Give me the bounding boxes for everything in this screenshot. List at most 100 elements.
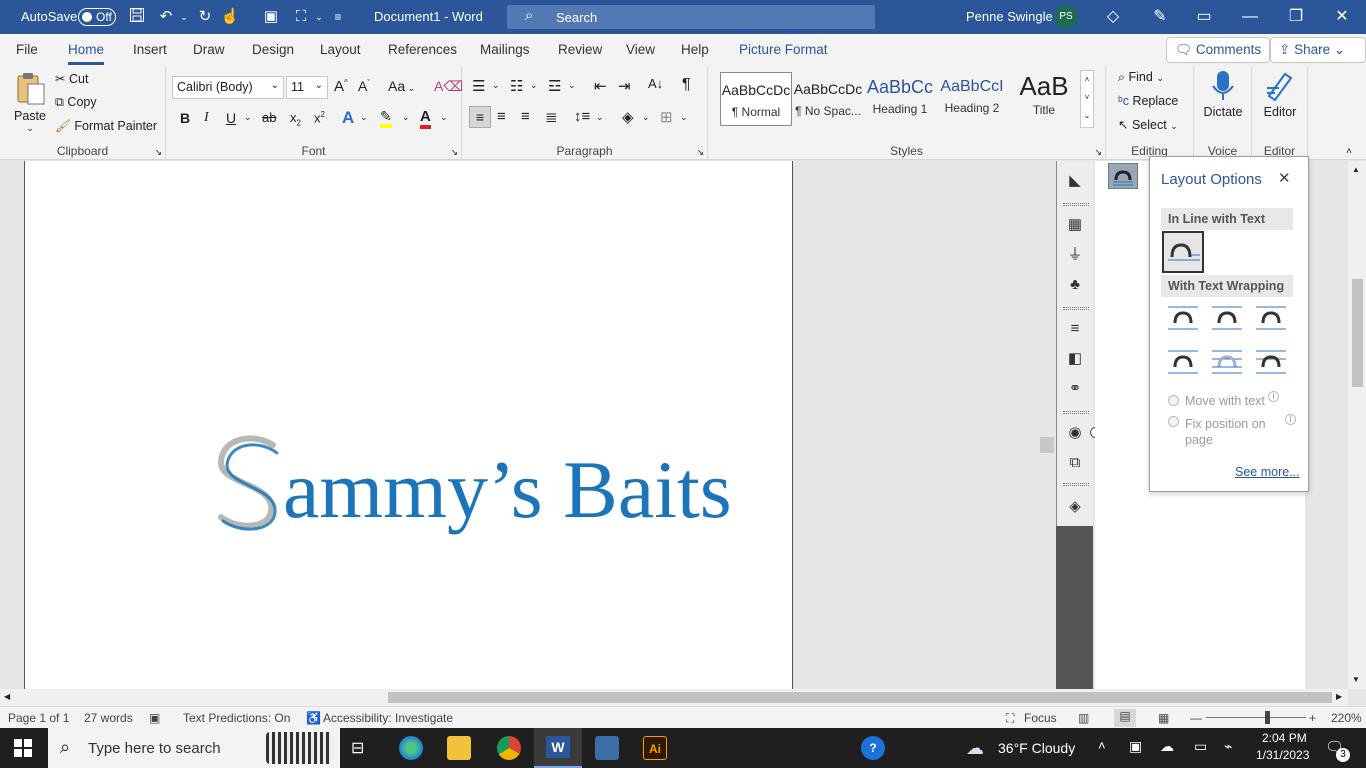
move-with-text-info-icon[interactable]: i [1268, 391, 1279, 402]
align-left-icon[interactable]: ≡ [469, 106, 491, 128]
change-case-button[interactable]: Aa ⌄ [388, 78, 415, 94]
ribbon-display-icon[interactable]: ▭ [1194, 7, 1214, 27]
tab-view[interactable]: View [626, 42, 655, 57]
font-name-box[interactable]: Calibri (Body) ⌄ [172, 76, 284, 99]
styles-launcher-icon[interactable]: ↘ [1094, 147, 1102, 158]
align-center-icon[interactable]: ≡ [497, 108, 506, 125]
replace-button[interactable]: ᵇc Replace [1118, 94, 1178, 108]
subscript-icon[interactable]: x2 [290, 110, 301, 128]
scroll-left-icon[interactable]: ◀ [4, 692, 10, 701]
undo-icon[interactable]: ↶ [156, 7, 176, 27]
style-heading-2[interactable]: AaBbCcI Heading 2 [936, 72, 1008, 126]
font-size-box[interactable]: 11 ⌄ [286, 76, 328, 99]
tab-insert[interactable]: Insert [133, 42, 167, 57]
wrap-behind-text-option[interactable] [1210, 347, 1244, 377]
crop-dropdown-icon[interactable]: ⌄ [309, 7, 329, 27]
underline-dropdown-icon[interactable]: ⌄ [244, 112, 252, 123]
style-heading-1[interactable]: AaBbCc Heading 1 [864, 72, 936, 126]
editor-button[interactable]: Editor [1258, 70, 1302, 119]
proofing-icon[interactable]: ▣ [149, 711, 160, 725]
minimize-icon[interactable]: — [1240, 7, 1260, 27]
dictate-button[interactable]: Dictate [1200, 70, 1246, 119]
wrap-top-bottom-option[interactable] [1166, 347, 1200, 377]
scroll-down-icon[interactable]: ▼ [1352, 675, 1360, 684]
zoom-out-icon[interactable]: — [1190, 711, 1202, 725]
shading-icon[interactable]: ◈ [622, 108, 634, 126]
bullets-dropdown-icon[interactable]: ⌄ [492, 80, 500, 91]
strikethrough-icon[interactable]: ab [262, 110, 276, 125]
redo-icon[interactable]: ↻ [195, 7, 215, 27]
paragraph-launcher-icon[interactable]: ↘ [696, 147, 704, 158]
borders-icon[interactable]: ⊞ [660, 108, 673, 126]
bold-icon[interactable]: B [180, 110, 190, 126]
crop-icon[interactable]: ⛶ [291, 7, 311, 27]
borders-dropdown-icon[interactable]: ⌄ [680, 112, 688, 123]
undo-dropdown-icon[interactable]: ⌄ [174, 7, 194, 27]
highlight-icon[interactable]: ✎ [380, 108, 392, 128]
collapse-ribbon-icon[interactable]: ˄ [1346, 146, 1352, 157]
scroll-up-icon[interactable]: ▲ [1352, 165, 1360, 174]
weather-text[interactable]: 36°F Cloudy [998, 740, 1075, 756]
web-layout-icon[interactable]: ▦ [1158, 711, 1169, 725]
maximize-icon[interactable]: ❐ [1286, 7, 1306, 27]
horizontal-scrollbar[interactable]: ◀ ▶ [0, 689, 1348, 706]
fix-position-radio[interactable] [1168, 416, 1179, 427]
clipboard-launcher-icon[interactable]: ↘ [154, 147, 162, 158]
zoom-slider[interactable] [1206, 717, 1306, 718]
tab-mailings[interactable]: Mailings [480, 42, 530, 57]
shrink-font-icon[interactable]: Aˇ [358, 78, 370, 94]
focus-button[interactable]: Focus [1024, 711, 1057, 725]
clock-time[interactable]: 2:04 PM [1262, 731, 1307, 745]
battery-icon[interactable]: ▭ [1194, 738, 1207, 755]
accessibility-status[interactable]: Accessibility: Investigate [323, 711, 453, 725]
page-count[interactable]: Page 1 of 1 [8, 711, 69, 725]
edge-icon[interactable] [399, 736, 423, 760]
close-icon[interactable]: ✕ [1278, 169, 1291, 187]
font-color-icon[interactable]: A [420, 108, 431, 129]
zoom-level[interactable]: 220% [1331, 711, 1362, 725]
tab-review[interactable]: Review [558, 42, 602, 57]
illustrator-icon[interactable]: Ai [643, 736, 667, 760]
customize-qat-icon[interactable]: ≡ [328, 7, 348, 27]
bullets-icon[interactable]: ☰ [472, 77, 485, 95]
fix-position-info-icon[interactable]: i [1285, 414, 1296, 425]
pen-icon[interactable]: ✎ [1150, 7, 1170, 27]
insert-picture-icon[interactable]: ▣ [261, 7, 281, 27]
increase-indent-icon[interactable]: ⇥ [618, 77, 631, 95]
avatar[interactable]: PS [1054, 5, 1078, 29]
diamond-icon[interactable]: ◇ [1103, 7, 1123, 27]
task-view-icon[interactable]: ⊟ [351, 738, 364, 758]
document-page[interactable]: ammy’s Baits [24, 161, 793, 689]
wordart-title[interactable]: ammy’s Baits [215, 431, 745, 541]
clear-formatting-icon[interactable]: A⌫ [434, 78, 463, 95]
save-icon[interactable] [127, 7, 147, 27]
font-color-dropdown-icon[interactable]: ⌄ [440, 112, 448, 123]
onedrive-icon[interactable]: ☁ [1160, 738, 1174, 755]
styles-scroll[interactable]: ˄ ˅ ⌄ [1080, 70, 1094, 128]
close-icon[interactable]: ✕ [1332, 7, 1352, 27]
underline-icon[interactable]: U [226, 110, 236, 126]
wrap-tight-option[interactable] [1210, 303, 1244, 333]
see-more-link[interactable]: See more... [1235, 465, 1300, 479]
tab-home[interactable]: Home [68, 42, 105, 65]
show-marks-icon[interactable]: ¶ [682, 76, 691, 94]
file-explorer-icon[interactable] [447, 736, 471, 760]
meet-now-icon[interactable]: ▣ [1129, 738, 1142, 755]
network-icon[interactable]: ⌁ [1224, 738, 1232, 755]
highlight-dropdown-icon[interactable]: ⌄ [402, 112, 410, 123]
print-layout-icon[interactable]: ▤ [1114, 709, 1136, 727]
vertical-scroll-thumb[interactable] [1352, 279, 1363, 387]
sort-icon[interactable]: A↓ [648, 76, 663, 91]
cut-button[interactable]: ✂ Cut [55, 71, 88, 86]
clock-date[interactable]: 1/31/2023 [1256, 748, 1309, 762]
autosave-toggle[interactable]: Off [78, 8, 116, 26]
grow-font-icon[interactable]: A^ [334, 78, 348, 95]
find-button[interactable]: ⌕ Find ⌄ [1118, 70, 1164, 85]
zoom-in-icon[interactable]: + [1309, 711, 1316, 725]
zoom-slider-thumb[interactable] [1265, 711, 1270, 724]
share-button[interactable]: ⇪ Share ⌄ [1270, 37, 1366, 63]
wrap-in-front-option[interactable] [1254, 347, 1288, 377]
taskbar-search[interactable]: ⌕ Type here to search [48, 728, 340, 768]
calculator-icon[interactable] [595, 736, 619, 760]
superscript-icon[interactable]: x2 [314, 110, 325, 125]
